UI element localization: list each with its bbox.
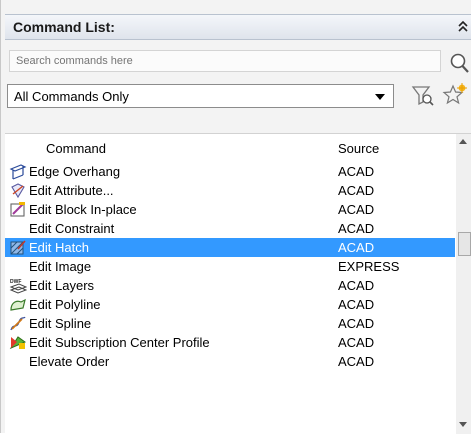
command-name: Edit Subscription Center Profile — [29, 335, 210, 350]
column-header-source[interactable]: Source — [338, 141, 379, 156]
edit-spline-icon — [10, 316, 26, 331]
filter-search-icon[interactable] — [411, 84, 435, 108]
edit-block-icon — [10, 202, 25, 217]
command-list-panel: Command List: All Commands Only — [0, 0, 471, 434]
edge-overhang-icon — [9, 164, 27, 180]
table-row[interactable]: Edit Subscription Center Profile ACAD — [5, 333, 455, 352]
command-source: ACAD — [338, 221, 375, 236]
table-row[interactable]: Edit Polyline ACAD — [5, 295, 455, 314]
command-source: ACAD — [338, 297, 375, 312]
filter-row: All Commands Only — [5, 82, 471, 112]
edit-polyline-icon — [10, 298, 26, 311]
command-name: Edit Spline — [29, 316, 92, 331]
command-name: Edit Attribute... — [29, 183, 114, 198]
star-icon[interactable] — [441, 82, 469, 108]
command-name: Edit Polyline — [29, 297, 101, 312]
panel-title: Command List: — [13, 19, 115, 35]
search-input[interactable] — [9, 50, 441, 72]
command-name: Edit Constraint — [29, 221, 115, 236]
edit-attribute-icon — [11, 183, 25, 199]
command-filter-dropdown[interactable]: All Commands Only — [7, 84, 394, 108]
table-row[interactable]: Edit Attribute... ACAD — [5, 181, 455, 200]
command-source: ACAD — [338, 316, 375, 331]
table-rows: Edge Overhang ACAD Edit Attribute... ACA… — [5, 162, 455, 371]
command-source: EXPRESS — [338, 259, 400, 274]
panel-header: Command List: — [5, 14, 471, 40]
command-name: Elevate Order — [29, 354, 110, 369]
command-source: ACAD — [338, 164, 375, 179]
table-row[interactable]: Edit Constraint ACAD — [5, 219, 455, 238]
command-source: ACAD — [338, 240, 375, 255]
command-filter-value: All Commands Only — [14, 89, 129, 104]
command-name: Edge Overhang — [29, 164, 121, 179]
subscription-profile-icon — [9, 336, 27, 350]
table-header: Command Source — [5, 134, 455, 162]
command-name: Edit Image — [29, 259, 92, 274]
command-name: Edit Layers — [29, 278, 95, 293]
command-source: ACAD — [338, 183, 375, 198]
table-row[interactable]: Edit Spline ACAD — [5, 314, 455, 333]
edit-hatch-icon — [10, 240, 26, 255]
table-row[interactable]: Edit Image EXPRESS — [5, 257, 455, 276]
dwf-layers-icon: DWF — [9, 279, 27, 294]
command-source: ACAD — [338, 202, 375, 217]
table-row[interactable]: Elevate Order ACAD — [5, 352, 455, 371]
command-name: Edit Hatch — [29, 240, 89, 255]
scroll-up-icon[interactable] — [459, 139, 467, 144]
collapse-icon[interactable] — [456, 17, 470, 35]
table-row[interactable]: Edit Block In-place ACAD — [5, 200, 455, 219]
command-source: ACAD — [338, 354, 375, 369]
search-icon[interactable] — [448, 50, 471, 76]
scrollbar-thumb[interactable] — [458, 232, 471, 256]
command-source: ACAD — [338, 335, 375, 350]
chevron-down-icon — [375, 94, 385, 100]
scroll-down-icon[interactable] — [459, 422, 467, 427]
table-row[interactable]: DWF Edit Layers ACAD — [5, 276, 455, 295]
table-row[interactable]: Edge Overhang ACAD — [5, 162, 455, 181]
command-source: ACAD — [338, 278, 375, 293]
column-header-command[interactable]: Command — [46, 141, 106, 156]
command-table: Command Source Edge Overhang ACAD Edit A… — [5, 133, 471, 434]
search-row — [5, 48, 471, 78]
vertical-scrollbar[interactable] — [456, 134, 471, 434]
table-row-selected[interactable]: Edit Hatch ACAD — [5, 238, 455, 257]
command-name: Edit Block In-place — [29, 202, 137, 217]
